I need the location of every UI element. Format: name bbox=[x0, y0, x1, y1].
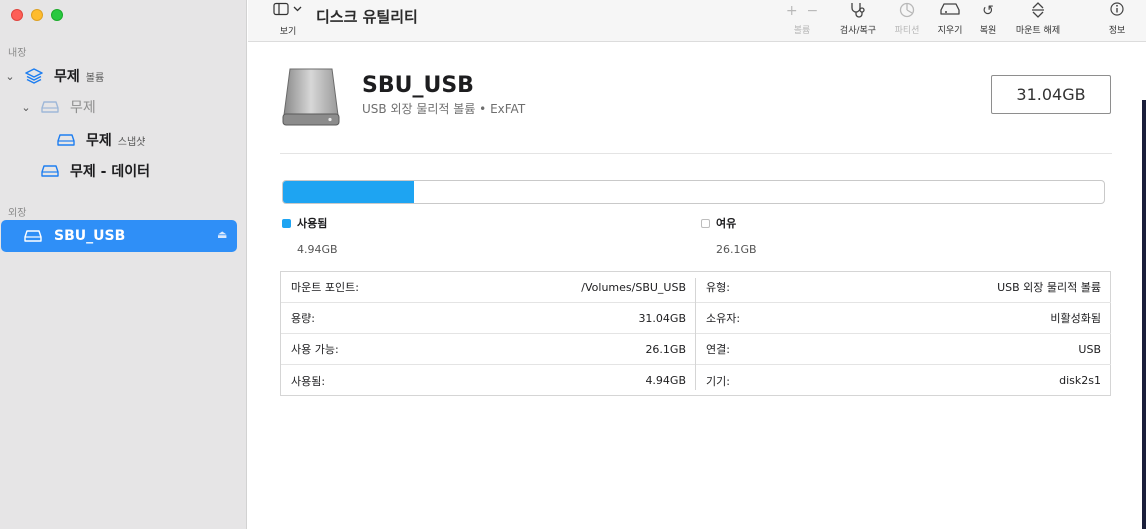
drive-icon bbox=[40, 99, 60, 115]
add-remove-icon: + − bbox=[785, 3, 819, 19]
partition-button[interactable]: 파티션 bbox=[889, 2, 925, 36]
volume-subtitle: USB 외장 물리적 볼륨 • ExFAT bbox=[362, 102, 526, 116]
sidebar-item-volume-dim[interactable]: ⌄ 무제 bbox=[0, 93, 247, 121]
used-value: 4.94GB bbox=[297, 243, 338, 256]
drive-icon bbox=[56, 132, 76, 148]
sidebar-toggle-icon bbox=[268, 2, 308, 20]
usage-bar bbox=[282, 180, 1105, 204]
sidebar-item-sbu-usb[interactable]: SBU_USB ⏏ bbox=[1, 220, 237, 252]
sidebar-item-label: 무제 스냅샷 bbox=[86, 133, 146, 149]
pie-chart-icon bbox=[889, 2, 925, 20]
legend-used: 사용됨 4.94GB bbox=[282, 215, 338, 256]
capacity-badge: 31.04GB bbox=[991, 75, 1111, 114]
sidebar-item-container[interactable]: ⌄ 무제 볼륨 bbox=[0, 62, 247, 90]
sidebar: 내장 ⌄ 무제 볼륨 ⌄ 무제 무제 스냅샷 무제 - 데이터 외장 SBU_USB… bbox=[0, 0, 247, 529]
erase-button[interactable]: 지우기 bbox=[932, 2, 968, 36]
volume-button[interactable]: + − 볼륨 bbox=[782, 2, 822, 36]
free-value: 26.1GB bbox=[716, 243, 757, 256]
toolbar: 보기 디스크 유틸리티 + − 볼륨 검사/복구 파티션 지우기 ↺ 복원 마운… bbox=[248, 0, 1146, 42]
close-window-button[interactable] bbox=[11, 9, 23, 21]
free-swatch bbox=[701, 219, 710, 228]
info-icon bbox=[1104, 2, 1130, 20]
unmount-icon bbox=[1008, 2, 1068, 20]
window-title: 디스크 유틸리티 bbox=[316, 8, 418, 26]
usage-bar-used bbox=[283, 181, 414, 203]
chevron-down-icon[interactable]: ⌄ bbox=[4, 70, 16, 83]
drive-icon bbox=[40, 163, 60, 179]
sidebar-section-internal: 내장 bbox=[8, 48, 27, 59]
divider bbox=[280, 153, 1112, 154]
minimize-window-button[interactable] bbox=[31, 9, 43, 21]
eraser-icon bbox=[932, 2, 968, 20]
stethoscope-icon bbox=[834, 2, 882, 20]
main-panel: SBU_USB USB 외장 물리적 볼륨 • ExFAT 31.04GB 사용… bbox=[248, 43, 1146, 529]
info-row: 기기: disk2s1 bbox=[706, 374, 1101, 388]
sidebar-item-label: 무제 bbox=[70, 100, 96, 116]
legend-free: 여유 26.1GB bbox=[701, 215, 757, 256]
info-row: 유형: USB 외장 물리적 볼륨 bbox=[696, 272, 1111, 303]
sidebar-item-label: SBU_USB bbox=[54, 228, 126, 244]
info-row: 연결: USB bbox=[696, 334, 1111, 365]
restore-arrow-icon: ↺ bbox=[982, 3, 994, 19]
info-row: 사용 가능: 26.1GB bbox=[281, 334, 696, 365]
sidebar-item-label: 무제 볼륨 bbox=[54, 69, 105, 85]
sidebar-item-data[interactable]: 무제 - 데이터 bbox=[0, 157, 247, 185]
layers-icon bbox=[24, 68, 44, 84]
info-row: 소유자: 비활성화됨 bbox=[696, 303, 1111, 334]
info-table: 마운트 포인트:/Volumes/SBU_USB 용량: 31.04GB 사용 가… bbox=[280, 271, 1111, 396]
eject-icon[interactable]: ⏏ bbox=[217, 228, 227, 241]
first-aid-button[interactable]: 검사/복구 bbox=[834, 2, 882, 36]
zoom-window-button[interactable] bbox=[51, 9, 63, 21]
external-disk-icon bbox=[282, 67, 340, 127]
unmount-button[interactable]: 마운트 해제 bbox=[1008, 2, 1068, 36]
chevron-down-icon[interactable]: ⌄ bbox=[20, 101, 32, 114]
volume-name: SBU_USB bbox=[362, 73, 474, 98]
sidebar-section-external: 외장 bbox=[8, 208, 27, 219]
info-row: 사용됨: 4.94GB bbox=[291, 374, 686, 388]
drive-icon bbox=[23, 228, 43, 244]
used-swatch bbox=[282, 219, 291, 228]
background-edge bbox=[1142, 100, 1146, 529]
restore-button[interactable]: ↺ 복원 bbox=[974, 2, 1002, 36]
sidebar-item-snapshot[interactable]: 무제 스냅샷 bbox=[0, 126, 247, 154]
info-row: 마운트 포인트:/Volumes/SBU_USB bbox=[281, 272, 696, 303]
view-button[interactable]: 보기 bbox=[268, 2, 308, 37]
info-row: 용량: 31.04GB bbox=[281, 303, 696, 334]
view-label: 보기 bbox=[279, 27, 297, 37]
info-button[interactable]: 정보 bbox=[1104, 2, 1130, 36]
sidebar-item-label: 무제 - 데이터 bbox=[70, 164, 150, 180]
window-controls bbox=[11, 9, 63, 21]
